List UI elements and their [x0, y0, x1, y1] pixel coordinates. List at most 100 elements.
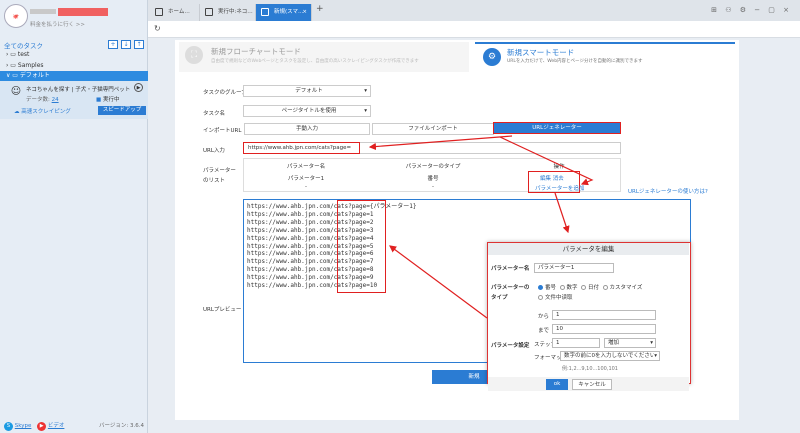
sidebar: 🐙 料金を払うに行く >> 全てのタスク + ↓ ↑ › ▭ test › ▭ …: [0, 0, 148, 433]
tree-item-default[interactable]: ∨ ▭ デフォルト: [0, 71, 148, 81]
from-input[interactable]: 1: [552, 310, 656, 320]
url-preview-base: https://www.ahb.jpn.com/cats: [247, 226, 349, 234]
param-header-ops: 操作: [553, 164, 565, 170]
url-preview-base: https://www.ahb.jpn.com/cats: [247, 266, 349, 274]
smart-mode-title: 新規スマートモード: [507, 48, 575, 57]
upgrade-link[interactable]: 料金を払うに行く >>: [30, 20, 85, 28]
param-row-name: パラメーター1: [287, 176, 325, 182]
manual-input-tab[interactable]: 手動入力: [244, 123, 370, 135]
page-icon: [205, 8, 213, 16]
order-select[interactable]: 増加 ▾: [604, 338, 656, 348]
format-select[interactable]: 数字の前に0を入力しないでください ▾: [560, 351, 660, 361]
url-preview-line: https://www.ahb.jpn.com/cats?page={パラメータ…: [247, 203, 417, 211]
export-icon[interactable]: ↑: [134, 40, 144, 49]
param-row-type: 番号: [427, 176, 439, 182]
help-link[interactable]: URLジェネレーターの使い方は?: [628, 187, 708, 195]
tab-home[interactable]: ホーム…: [150, 4, 200, 21]
flowchart-icon: ⛶: [185, 46, 203, 64]
url-generator-tab[interactable]: URLジェネレーター: [493, 122, 621, 134]
url-preview-base: https://www.ahb.jpn.com/cats: [247, 218, 349, 226]
radio-digit[interactable]: 数字: [559, 285, 578, 291]
url-preview-base: https://www.ahb.jpn.com/cats: [247, 258, 349, 266]
smart-mode-desc: URLを入力だけで、Web内容とページ分けを自動的に識別できます: [507, 59, 643, 64]
param-row2-name: -: [305, 184, 307, 190]
new-tab-button[interactable]: +: [316, 4, 324, 14]
url-preview-base: https://www.ahb.jpn.com/cats: [247, 210, 349, 218]
username: [30, 9, 56, 14]
url-preview-line: https://www.ahb.jpn.com/cats?page=2: [247, 219, 417, 227]
radio-date[interactable]: 日付: [581, 285, 599, 291]
tab-bar: ホーム… 実行中:ネコ… 新規(スマ… × + ⊞ ⚇ ⚙ − ▢ ×: [148, 0, 800, 21]
radio-number[interactable]: 番号: [538, 285, 556, 291]
group-select[interactable]: デフォルト ▾: [243, 85, 371, 97]
add-param-link[interactable]: パラメーターを追加: [535, 184, 584, 192]
robot-icon: ☺: [10, 85, 22, 97]
to-input[interactable]: 10: [552, 324, 656, 334]
all-tasks-header[interactable]: 全てのタスク: [4, 40, 43, 50]
new-task-icon[interactable]: +: [108, 40, 118, 49]
app-logo: 🐙: [4, 4, 28, 28]
close-icon[interactable]: ×: [302, 4, 307, 21]
dialog-name-input[interactable]: パラメーター1: [534, 263, 614, 273]
speed-up-button[interactable]: スピードアップ: [98, 106, 146, 115]
dialog-name-label: パラメーター名: [491, 266, 530, 272]
param-edit-link[interactable]: 編集 消去: [540, 174, 564, 182]
smart-mode-card[interactable]: ⚙ 新規スマートモード URLを入力だけで、Web内容とページ分けを自動的に識別…: [475, 42, 735, 72]
from-label: から: [538, 314, 550, 320]
url-preview-line: https://www.ahb.jpn.com/cats?page=5: [247, 243, 417, 251]
smart-mode-icon: ⚙: [483, 48, 501, 66]
to-label: まで: [538, 328, 550, 334]
tree-item-samples[interactable]: › ▭ Samples: [0, 61, 148, 71]
task-status: ■ 実行中: [96, 97, 120, 103]
sidebar-footer: S Skype ▶ ビデオ バージョン: 3.6.4: [0, 420, 148, 433]
radio-file[interactable]: 文件中读取: [538, 293, 573, 301]
video-link[interactable]: ビデオ: [48, 423, 65, 429]
import-icon[interactable]: ↓: [121, 40, 131, 49]
param-values-highlight: [337, 200, 386, 293]
task-name-select[interactable]: ページタイトルを使用 ▾: [243, 105, 371, 117]
import-url-label: インポートURL: [203, 128, 242, 134]
setting-label: パラメータ設定: [491, 343, 530, 349]
local-run-link[interactable]: ☁ 高速スクレイピング: [14, 107, 71, 115]
skype-icon: S: [4, 422, 13, 431]
window-controls[interactable]: ⊞ ⚇ ⚙ − ▢ ×: [711, 6, 792, 14]
param-row2-type: -: [432, 184, 434, 190]
url-preview-line: https://www.ahb.jpn.com/cats?page=6: [247, 250, 417, 258]
url-input-label: URL入力: [203, 148, 225, 154]
skype-link[interactable]: Skype: [15, 423, 32, 429]
run-icon[interactable]: ▶: [134, 83, 143, 92]
tree-item-test[interactable]: › ▭ test: [0, 50, 148, 60]
url-preview-base: https://www.ahb.jpn.com/cats: [247, 234, 349, 242]
tab-running[interactable]: 実行中:ネコ…: [200, 4, 256, 21]
group-label: タスクのグループ: [203, 90, 247, 96]
data-count: データ数: 24: [26, 97, 59, 103]
page-icon: [261, 8, 269, 16]
dialog-cancel-button[interactable]: キャンセル: [572, 379, 612, 390]
url-preview-base: https://www.ahb.jpn.com/cats: [247, 282, 349, 290]
task-title: ネコちゃんを探す | 子犬・子猫専門ペットシ…: [26, 87, 130, 93]
flowchart-mode-card[interactable]: ⛶ 新規フローチャートモード 自由度で規則などのWebページとタスクを設定し、自…: [179, 42, 469, 72]
url-preview-base: https://www.ahb.jpn.com/cats: [247, 242, 349, 250]
version-text: バージョン: 3.6.4: [99, 423, 144, 429]
radio-custom[interactable]: カスタマイズ: [602, 285, 642, 291]
url-preview-base: https://www.ahb.jpn.com/cats: [247, 274, 349, 282]
url-preview-line: https://www.ahb.jpn.com/cats?page=9: [247, 274, 417, 282]
param-header-type: パラメーターのタイプ: [405, 164, 461, 170]
refresh-icon[interactable]: ↻: [154, 24, 161, 33]
tab-new-smart[interactable]: 新規(スマ… ×: [256, 4, 312, 21]
dialog-type-radios: 番号 数字 日付 カスタマイズ: [538, 283, 642, 291]
flowchart-mode-title: 新規フローチャートモード: [211, 47, 301, 56]
url-preview-line: https://www.ahb.jpn.com/cats?page=7: [247, 258, 417, 266]
video-icon: ▶: [37, 422, 47, 431]
dialog-ok-button[interactable]: ok: [546, 379, 568, 390]
format-example: 例:1,2...9,10...100,101: [562, 366, 618, 372]
param-delete-link[interactable]: 消去: [553, 176, 564, 182]
file-import-tab[interactable]: ファイルインポート: [372, 123, 494, 135]
url-input-value: https://www.ahb.jpn.com/cats?page=: [243, 142, 360, 154]
edit-param-dialog: パラメータを編集 パラメーター名 パラメーター1 パラメーターのタイプ 番号 数…: [487, 242, 691, 391]
param-list-label: パラメーターのリスト: [203, 168, 236, 184]
param-header-name: パラメーター名: [286, 164, 326, 170]
dialog-type-label: パラメーターのタイプ: [491, 285, 530, 301]
step-input[interactable]: 1: [552, 338, 600, 348]
url-preview-base: https://www.ahb.jpn.com/cats: [247, 203, 349, 210]
